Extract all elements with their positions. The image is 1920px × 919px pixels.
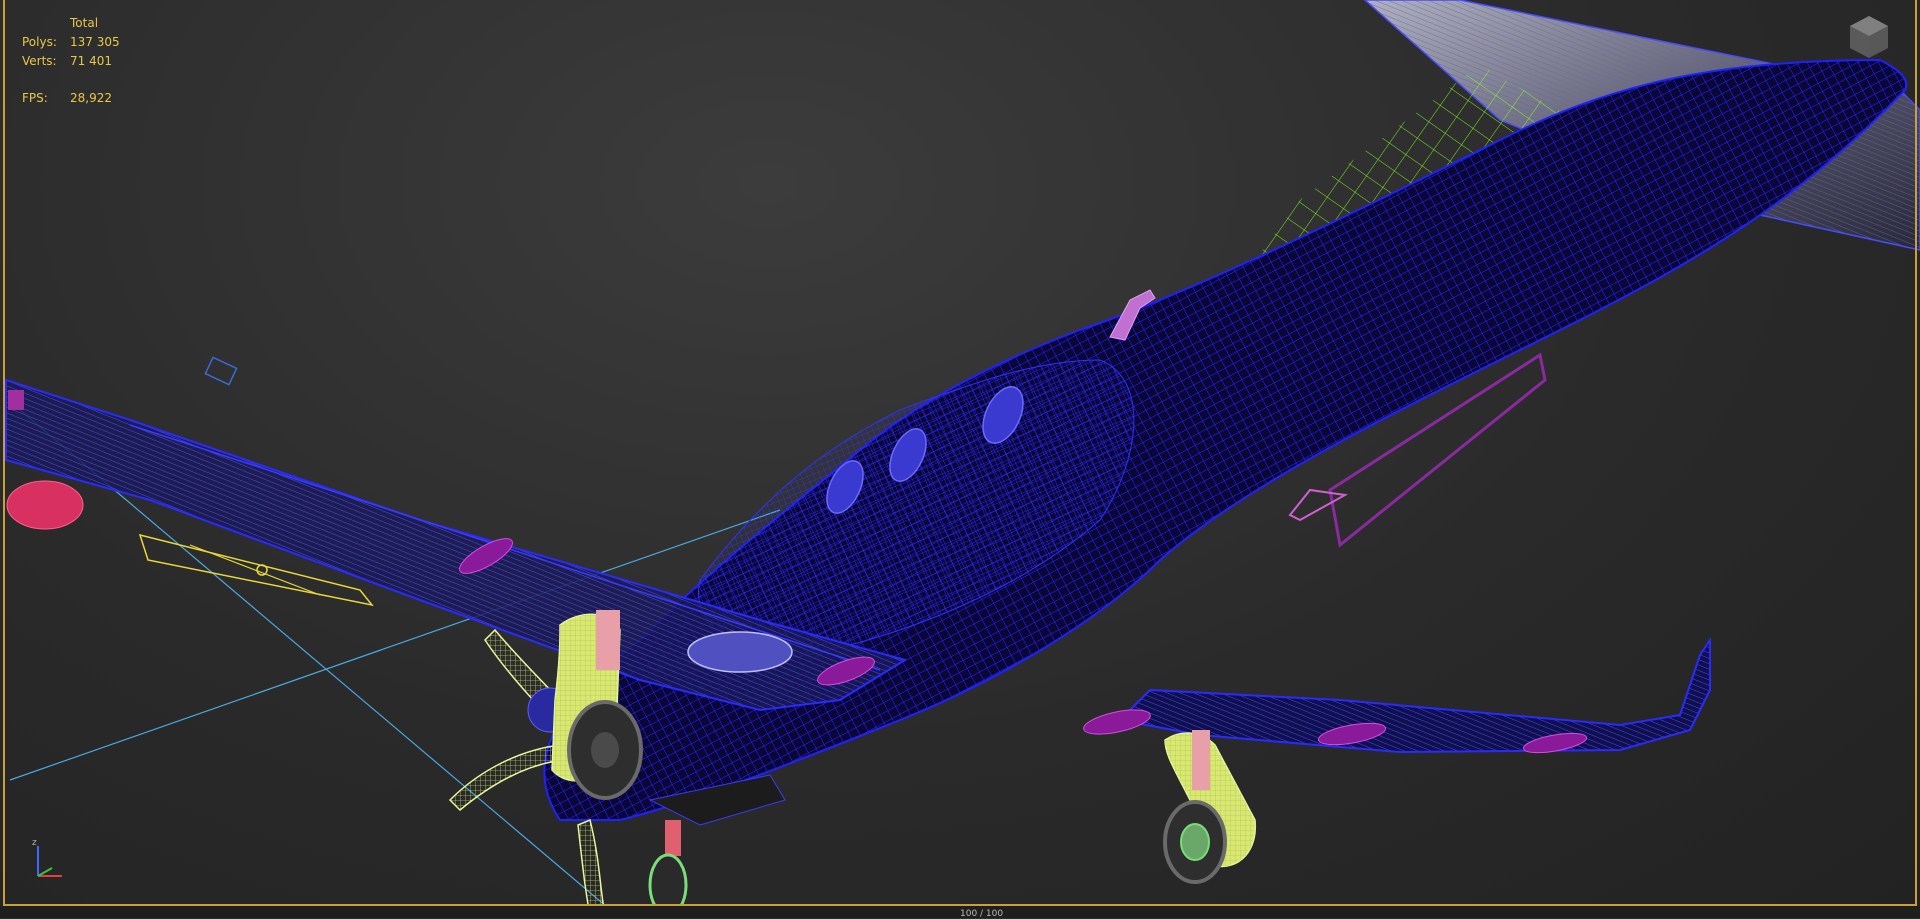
side-antenna[interactable] [1288,488,1349,522]
wing-vent-3[interactable] [1082,705,1153,739]
axis-tripod-icon: z [32,838,62,877]
wingtip-light-pod[interactable] [6,480,84,530]
stats-header-row: Total [22,14,120,33]
polys-label: Polys: [22,35,57,49]
stats-polys-row: Polys: 137 305 [22,33,120,52]
viewport-statistics: Total Polys: 137 305 Verts: 71 401 FPS: … [22,14,120,108]
fps-label: FPS: [22,91,48,105]
axis-z-label: z [32,838,37,848]
stats-verts-row: Verts: 71 401 [22,52,120,71]
small-helper-box[interactable] [204,356,238,386]
wingtip-light-small[interactable] [8,390,24,410]
fps-value: 28,922 [70,91,112,105]
nose-gear[interactable] [648,820,688,917]
perspective-viewport[interactable]: Total Polys: 137 305 Verts: 71 401 FPS: … [0,0,1920,918]
verts-value: 71 401 [70,54,112,68]
engine-intake[interactable] [687,631,793,673]
polys-value: 137 305 [70,35,120,49]
main-gear-right[interactable] [1163,730,1257,884]
viewcube-icon[interactable] [1846,14,1892,60]
stats-header: Total [70,16,99,30]
stats-fps-row: FPS: 28,922 [22,89,120,108]
aircraft-wireframe-scene[interactable] [0,0,1920,918]
verts-label: Verts: [22,54,57,68]
